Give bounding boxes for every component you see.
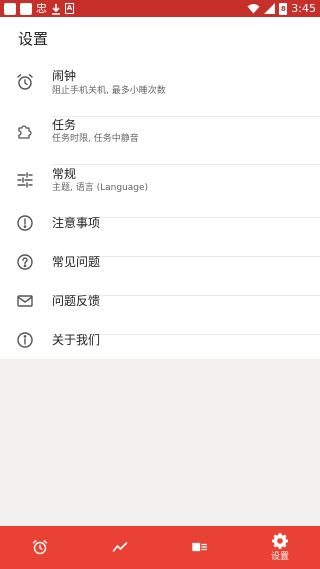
settings-item-subtitle: 阻止手机关机, 最多小睡次数	[52, 86, 166, 96]
tab-statistics[interactable]	[88, 526, 152, 569]
settings-item-title: 常规	[52, 167, 77, 181]
bottom-nav: 设置	[0, 526, 320, 569]
tab-news[interactable]	[168, 526, 232, 569]
alarm-clock-icon	[32, 539, 48, 555]
puzzle-icon	[16, 122, 34, 140]
notification-icon	[4, 2, 16, 15]
settings-item-subtitle: 主题, 语言 (Language)	[52, 183, 149, 193]
news-card-icon	[192, 539, 208, 555]
settings-panel: 设置 闹钟 阻止手机关机, 最多小睡次数 任务 任务时限, 任务中静音 常规 主…	[0, 17, 320, 359]
notification-glyph: 忠	[36, 2, 47, 15]
exclamation-circle-icon	[16, 214, 34, 232]
alarm-clock-icon	[16, 73, 34, 91]
settings-item-general[interactable]: 常规 主题, 语言 (Language)	[0, 165, 320, 218]
info-circle-icon	[16, 331, 34, 349]
tab-settings[interactable]: 设置	[248, 526, 312, 569]
settings-item-feedback[interactable]: 问题反馈	[0, 294, 320, 335]
download-icon	[52, 3, 60, 15]
envelope-icon	[16, 292, 34, 310]
signal-icon	[264, 3, 276, 14]
settings-item-about[interactable]: 关于我们	[0, 332, 320, 359]
settings-item-title: 任务	[52, 118, 77, 132]
settings-item-title: 关于我们	[52, 333, 101, 347]
status-bar: 忠 A 8 3:45	[0, 0, 320, 17]
question-circle-icon	[16, 253, 34, 271]
settings-item-title: 常见问题	[52, 255, 101, 269]
sliders-icon	[16, 171, 34, 189]
notification-icon	[20, 2, 32, 15]
tab-alarm[interactable]	[8, 526, 72, 569]
settings-item-alarm[interactable]: 闹钟 阻止手机关机, 最多小睡次数	[0, 65, 320, 117]
tab-label: 设置	[270, 552, 289, 562]
page-title: 设置	[18, 30, 49, 48]
settings-item-faq[interactable]: 常见问题	[0, 254, 320, 296]
clock-time: 3:45	[291, 2, 316, 15]
settings-item-title: 闹钟	[52, 69, 77, 83]
battery-level: 8	[280, 4, 286, 13]
settings-item-notes[interactable]: 注意事项	[0, 215, 320, 257]
settings-item-task[interactable]: 任务 任务时限, 任务中静音	[0, 117, 320, 165]
settings-item-subtitle: 任务时限, 任务中静音	[52, 134, 139, 144]
trend-chart-icon	[112, 539, 128, 555]
battery-icon: 8	[279, 2, 288, 15]
gear-icon	[272, 533, 288, 549]
wifi-icon	[247, 4, 260, 14]
settings-item-title: 问题反馈	[52, 294, 101, 308]
app-notification-icon: A	[65, 3, 74, 14]
settings-item-title: 注意事项	[52, 216, 101, 230]
